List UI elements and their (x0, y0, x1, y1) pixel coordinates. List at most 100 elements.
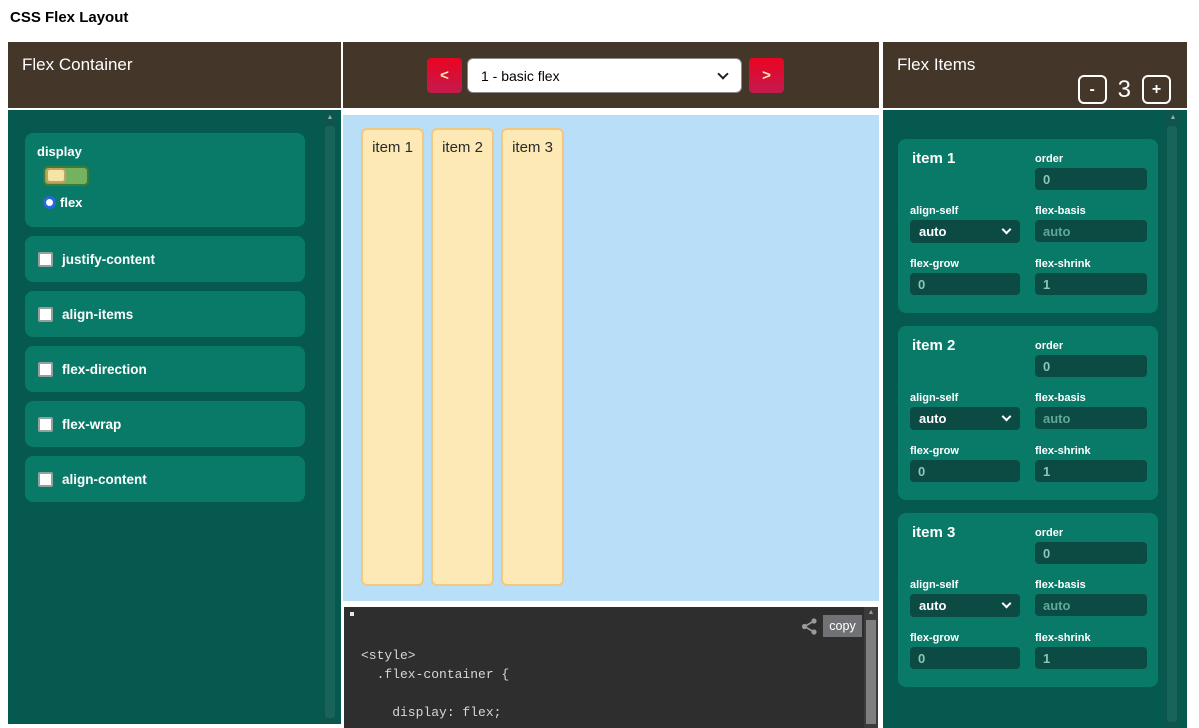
checkbox-flex-direction[interactable] (38, 362, 53, 377)
property-label: align-content (62, 472, 147, 487)
flex-shrink-label: flex-shrink (1035, 258, 1091, 270)
scrollbar-thumb[interactable] (325, 126, 335, 718)
flex-container-panel: Flex Container display flex justify-cont… (8, 42, 341, 724)
flex-shrink-input[interactable] (1035, 460, 1147, 482)
share-icon[interactable] (800, 617, 819, 636)
align-self-value: auto (919, 224, 946, 239)
item-card-title: item 1 (912, 150, 955, 167)
code-text: <style> .flex-container { display: flex; (361, 646, 509, 722)
flex-grow-input[interactable] (910, 647, 1020, 669)
flex-shrink-input[interactable] (1035, 273, 1147, 295)
display-label: display (37, 144, 305, 159)
flex-preview-container: item 1 item 2 item 3 (343, 115, 879, 601)
order-label: order (1035, 527, 1063, 539)
chevron-down-icon (1002, 225, 1012, 235)
toggle-knob-icon (46, 168, 66, 183)
order-input[interactable] (1035, 542, 1147, 564)
flex-radio[interactable] (43, 196, 56, 209)
checkbox-align-content[interactable] (38, 472, 53, 487)
code-line: .flex-container { (361, 665, 509, 684)
right-panel-scrollbar[interactable]: ▲ (1166, 110, 1180, 728)
checkbox-flex-wrap[interactable] (38, 417, 53, 432)
flex-items-body: item 1 order align-self auto flex-basis … (883, 110, 1187, 728)
align-self-label: align-self (910, 205, 958, 217)
item-card-3: item 3 order align-self auto flex-basis … (898, 513, 1158, 687)
add-item-button[interactable]: + (1142, 75, 1171, 104)
flex-basis-label: flex-basis (1035, 579, 1086, 591)
scroll-up-icon[interactable]: ▲ (324, 113, 336, 123)
order-input[interactable] (1035, 355, 1147, 377)
flex-items-panel: Flex Items - 3 + item 1 order align-self… (883, 42, 1187, 728)
flex-items-title: Flex Items (897, 55, 975, 75)
remove-item-button[interactable]: - (1078, 75, 1107, 104)
scrollbar-thumb[interactable] (866, 620, 876, 724)
order-label: order (1035, 340, 1063, 352)
property-card-align-items: align-items (25, 291, 305, 337)
flex-radio-label: flex (60, 195, 82, 210)
copy-button[interactable]: copy (823, 615, 862, 637)
code-caret (350, 612, 354, 616)
code-line: display: flex; (361, 703, 509, 722)
display-toggle[interactable] (43, 166, 89, 186)
scrollbar-thumb[interactable] (1167, 126, 1177, 722)
align-self-label: align-self (910, 579, 958, 591)
flex-grow-input[interactable] (910, 273, 1020, 295)
flex-basis-label: flex-basis (1035, 205, 1086, 217)
example-toolbar: < 1 - basic flex > (343, 42, 879, 108)
page-title: CSS Flex Layout (10, 9, 128, 26)
code-scrollbar[interactable]: ▲ (864, 607, 878, 728)
order-input[interactable] (1035, 168, 1147, 190)
item-card-title: item 3 (912, 524, 955, 541)
property-card-flex-direction: flex-direction (25, 346, 305, 392)
display-card: display flex (25, 133, 305, 227)
flex-shrink-input[interactable] (1035, 647, 1147, 669)
item-count: 3 (1118, 76, 1131, 104)
prev-example-button[interactable]: < (427, 58, 462, 93)
scroll-up-icon[interactable]: ▲ (1166, 113, 1180, 123)
flex-grow-label: flex-grow (910, 258, 959, 270)
left-panel-scrollbar[interactable]: ▲ (324, 110, 336, 724)
flex-basis-input[interactable] (1035, 407, 1147, 429)
scroll-up-icon[interactable]: ▲ (864, 609, 878, 616)
code-line (361, 684, 509, 703)
flex-grow-label: flex-grow (910, 445, 959, 457)
code-panel: copy ▲ <style> .flex-container { display… (344, 607, 878, 728)
order-label: order (1035, 153, 1063, 165)
property-label: flex-wrap (62, 417, 121, 432)
property-card-align-content: align-content (25, 456, 305, 502)
property-label: justify-content (62, 252, 155, 267)
checkbox-justify-content[interactable] (38, 252, 53, 267)
item-card-2: item 2 order align-self auto flex-basis … (898, 326, 1158, 500)
property-label: flex-direction (62, 362, 147, 377)
flex-container-body: display flex justify-content align-items (8, 110, 341, 724)
item-card-1: item 1 order align-self auto flex-basis … (898, 139, 1158, 313)
property-card-justify-content: justify-content (25, 236, 305, 282)
flex-items-header: Flex Items - 3 + (883, 42, 1187, 108)
flex-basis-input[interactable] (1035, 220, 1147, 242)
align-self-label: align-self (910, 392, 958, 404)
property-card-flex-wrap: flex-wrap (25, 401, 305, 447)
align-self-select[interactable]: auto (910, 594, 1020, 617)
item-card-title: item 2 (912, 337, 955, 354)
align-self-select[interactable]: auto (910, 220, 1020, 243)
align-self-select[interactable]: auto (910, 407, 1020, 430)
chevron-down-icon (717, 68, 728, 79)
chevron-down-icon (1002, 412, 1012, 422)
checkbox-align-items[interactable] (38, 307, 53, 322)
code-line: <style> (361, 646, 509, 665)
property-label: align-items (62, 307, 133, 322)
page: CSS Flex Layout Flex Container display f… (0, 0, 1199, 728)
example-select[interactable]: 1 - basic flex (467, 58, 742, 93)
chevron-down-icon (1002, 599, 1012, 609)
flex-basis-input[interactable] (1035, 594, 1147, 616)
flex-basis-label: flex-basis (1035, 392, 1086, 404)
preview-item-1: item 1 (361, 128, 424, 586)
flex-container-title: Flex Container (22, 55, 133, 75)
item-count-control: - 3 + (1078, 75, 1171, 104)
flex-grow-input[interactable] (910, 460, 1020, 482)
preview-item-3: item 3 (501, 128, 564, 586)
preview-item-2: item 2 (431, 128, 494, 586)
example-select-value: 1 - basic flex (481, 68, 560, 84)
flex-radio-row: flex (43, 195, 305, 210)
next-example-button[interactable]: > (749, 58, 784, 93)
